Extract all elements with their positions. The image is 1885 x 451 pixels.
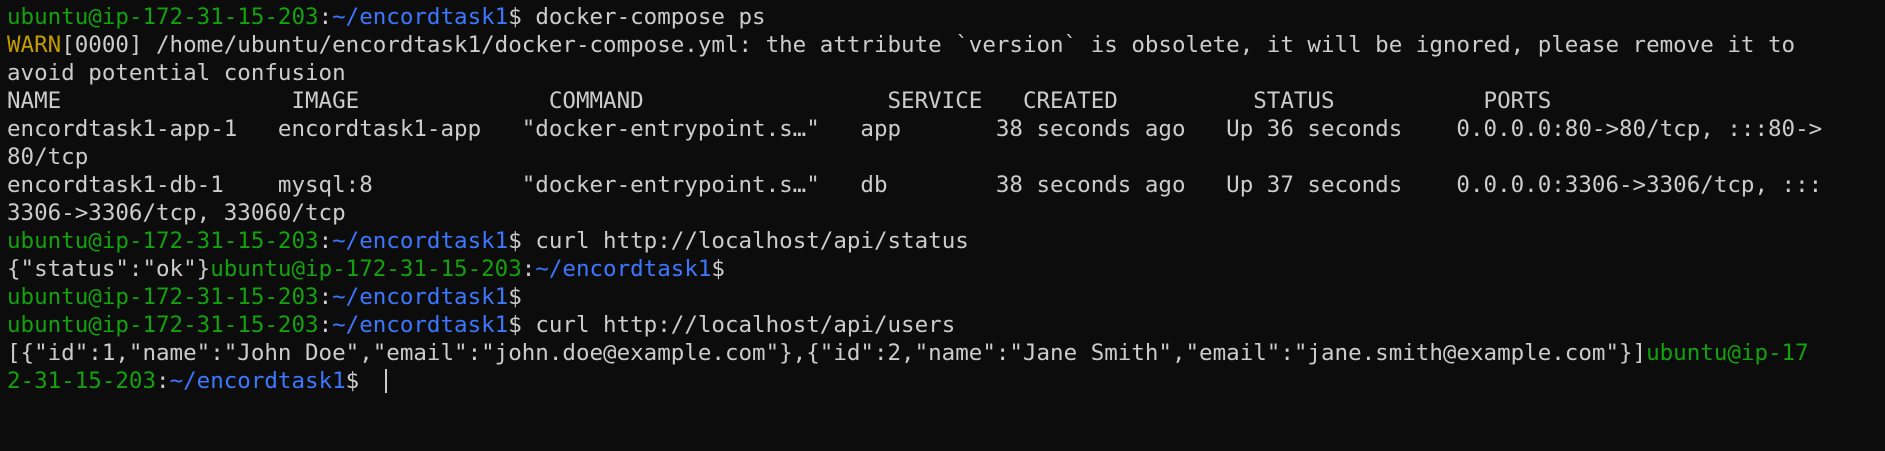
command-text: curl http://localhost/api/users xyxy=(535,312,956,338)
prompt-separator: : xyxy=(156,368,170,394)
prompt-path: ~/encordtask1 xyxy=(332,228,509,254)
prompt-path: ~/encordtask1 xyxy=(535,256,712,282)
terminal-line-1: ubuntu@ip-172-31-15-203:~/encordtask1$ d… xyxy=(7,3,1885,31)
prompt-separator: : xyxy=(318,312,333,338)
table-row-text: encordtask1-app-1 encordtask1-app "docke… xyxy=(7,116,1823,142)
prompt-symbol: $ xyxy=(508,4,536,30)
users-response: [{"id":1,"name":"John Doe","email":"john… xyxy=(7,340,1647,366)
table-row-wrap-text: 80/tcp xyxy=(7,144,89,170)
terminal-line-14: 2-31-15-203:~/encordtask1$ xyxy=(7,367,1885,395)
table-header-text: NAME IMAGE COMMAND SERVICE CREATED STATU… xyxy=(7,88,1552,114)
warn-message-continued: avoid potential confusion xyxy=(7,60,346,86)
table-row-wrap: 80/tcp xyxy=(7,143,1885,171)
table-row-wrap-text: 3306->3306/tcp, 33060/tcp xyxy=(7,200,346,226)
command-text: curl http://localhost/api/status xyxy=(535,228,969,254)
table-header: NAME IMAGE COMMAND SERVICE CREATED STATU… xyxy=(7,87,1885,115)
text-cursor[interactable] xyxy=(384,369,387,393)
prompt-user-host: ubuntu@ip-172-31-15-203 xyxy=(210,256,522,282)
prompt-user-host: ubuntu@ip-172-31-15-203 xyxy=(7,228,319,254)
table-row-wrap: 3306->3306/tcp, 33060/tcp xyxy=(7,199,1885,227)
prompt-separator: : xyxy=(318,284,333,310)
prompt-symbol: $ xyxy=(508,312,536,338)
prompt-user-host: ubuntu@ip-172-31-15-203 xyxy=(7,4,319,30)
table-row: encordtask1-app-1 encordtask1-app "docke… xyxy=(7,115,1885,143)
prompt-user-host: ubuntu@ip-172-31-15-203 xyxy=(7,284,319,310)
warn-label: WARN xyxy=(7,32,62,58)
command-text: docker-compose ps xyxy=(535,4,766,30)
table-row: encordtask1-db-1 mysql:8 "docker-entrypo… xyxy=(7,171,1885,199)
prompt-symbol: $ xyxy=(711,256,739,282)
warn-message: [0000] /home/ubuntu/encordtask1/docker-c… xyxy=(61,32,1796,58)
terminal-line-13: [{"id":1,"name":"John Doe","email":"john… xyxy=(7,339,1885,367)
terminal-line-9: ubuntu@ip-172-31-15-203:~/encordtask1$ c… xyxy=(7,227,1885,255)
prompt-path: ~/encordtask1 xyxy=(332,284,509,310)
terminal-line-11: ubuntu@ip-172-31-15-203:~/encordtask1$ xyxy=(7,283,1885,311)
prompt-path: ~/encordtask1 xyxy=(332,4,509,30)
prompt-user-host: ubuntu@ip-172-31-15-203 xyxy=(7,312,319,338)
prompt-user-host-wrapped: 2-31-15-203 xyxy=(7,368,157,394)
prompt-path: ~/encordtask1 xyxy=(332,312,509,338)
prompt-separator: : xyxy=(521,256,536,282)
table-row-text: encordtask1-db-1 mysql:8 "docker-entrypo… xyxy=(7,172,1823,198)
terminal-line-2: WARN[0000] /home/ubuntu/encordtask1/dock… xyxy=(7,31,1885,59)
prompt-separator: : xyxy=(318,4,333,30)
prompt-user-host-wrapped: ubuntu@ip-17 xyxy=(1646,340,1809,366)
terminal-line-12: ubuntu@ip-172-31-15-203:~/encordtask1$ c… xyxy=(7,311,1885,339)
terminal-line-10: {"status":"ok"}ubuntu@ip-172-31-15-203:~… xyxy=(7,255,1885,283)
prompt-separator: : xyxy=(318,228,333,254)
terminal-line-3: avoid potential confusion xyxy=(7,59,1885,87)
prompt-symbol: $ xyxy=(508,284,536,310)
prompt-symbol: $ xyxy=(345,368,373,394)
prompt-symbol: $ xyxy=(508,228,536,254)
terminal-window[interactable]: ubuntu@ip-172-31-15-203:~/encordtask1$ d… xyxy=(0,0,1885,451)
status-response: {"status":"ok"} xyxy=(7,256,211,282)
prompt-path: ~/encordtask1 xyxy=(169,368,346,394)
